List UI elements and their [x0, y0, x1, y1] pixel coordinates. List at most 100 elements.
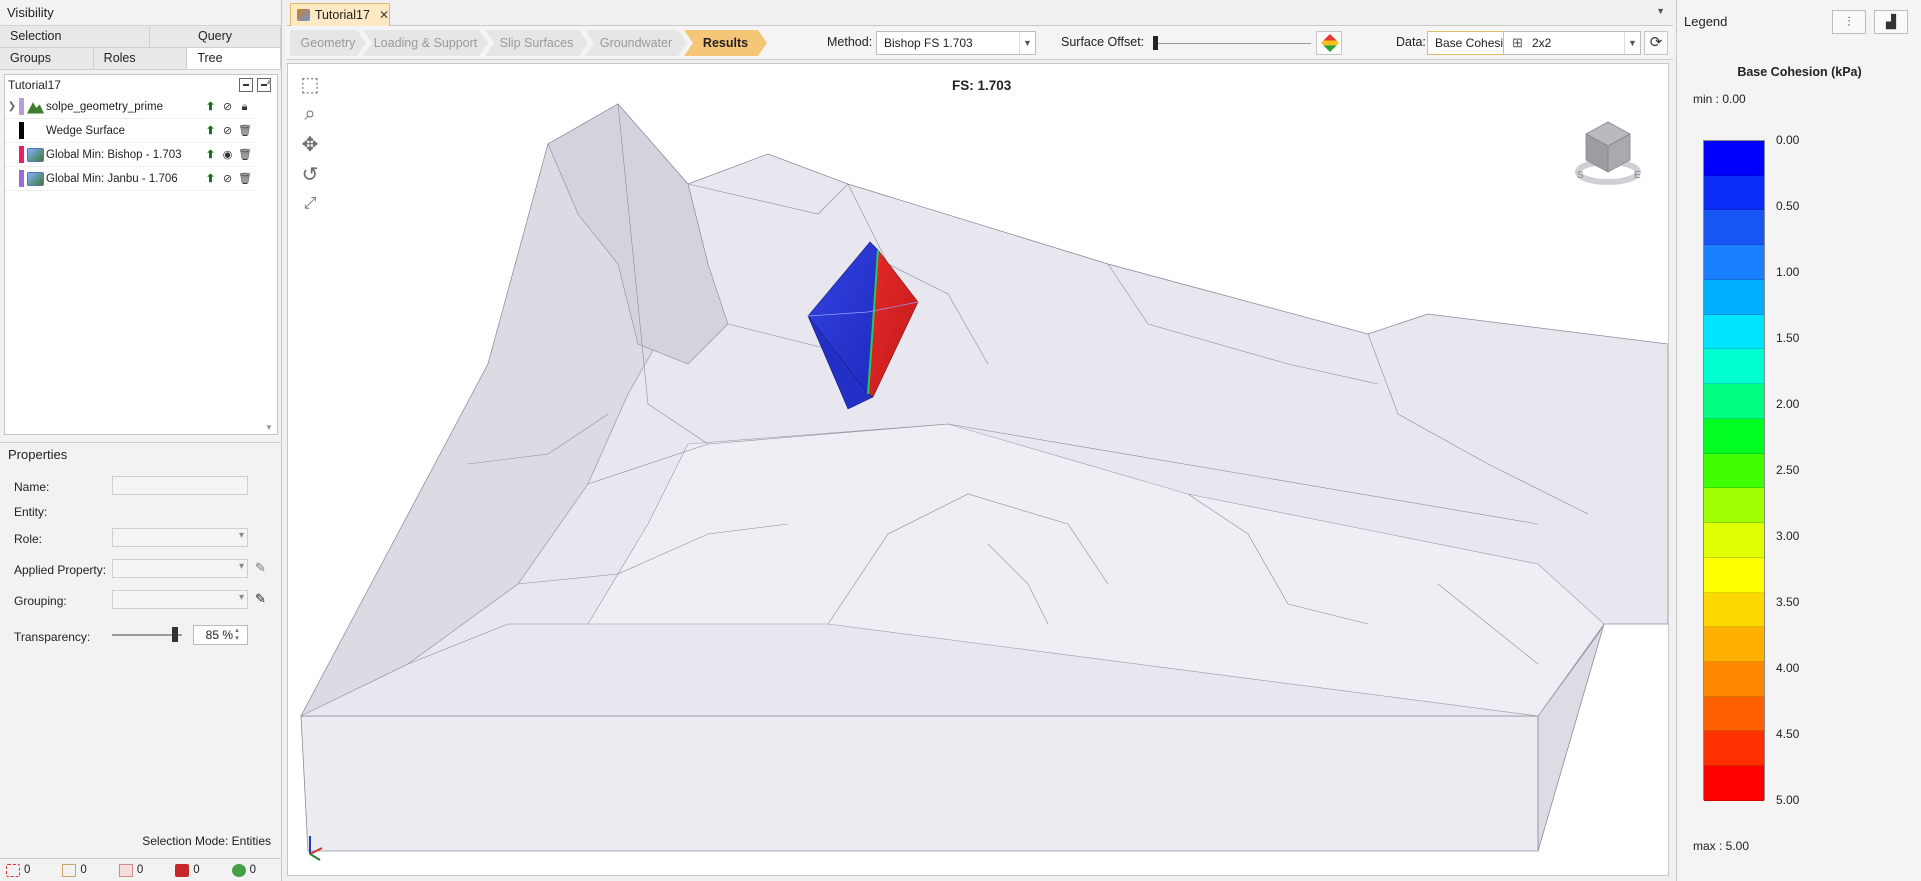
role-select[interactable]: [112, 528, 248, 547]
view-cube-icon[interactable]: S E: [1575, 121, 1641, 185]
color-swatch[interactable]: [19, 170, 24, 187]
pencil-icon[interactable]: ✎: [255, 560, 266, 576]
close-icon[interactable]: ✕: [379, 8, 389, 22]
zoom-window-icon[interactable]: ⬚: [296, 70, 324, 98]
tree-item-wedge-surface[interactable]: Wedge Surface ⬆ ⊘ 🗑︎: [5, 119, 255, 143]
color-scale-tick: 5.00: [1776, 793, 1800, 807]
tab-selection[interactable]: Selection: [0, 26, 150, 47]
model-icon: [297, 9, 310, 21]
document-tab[interactable]: Tutorial17 ✕: [290, 3, 390, 26]
trash-icon[interactable]: 🗑︎: [238, 148, 252, 162]
legend-settings-button[interactable]: ⫶: [1832, 10, 1866, 34]
tree-item-geometry[interactable]: ❯ solpe_geometry_prime ⬆ ⊘ 🔒︎: [5, 95, 255, 119]
factor-of-safety-label: FS: 1.703: [952, 78, 1012, 93]
status-faces: 0: [118, 863, 169, 877]
method-select-value: Bishop FS 1.703: [884, 36, 973, 50]
refresh-button[interactable]: ⟳: [1644, 31, 1668, 55]
workflow-step-groundwater[interactable]: Groundwater: [585, 30, 687, 56]
color-scale-segment: [1704, 488, 1764, 524]
eye-hidden-icon[interactable]: ⊘: [221, 124, 234, 138]
tree-item-global-min-janbu[interactable]: Global Min: Janbu - 1.706 ⬆ ⊘ 🗑︎: [5, 167, 255, 191]
layout-select-value: 2x2: [1532, 36, 1552, 50]
color-scale-segment: [1704, 141, 1764, 176]
pin-icon[interactable]: ⬆: [204, 148, 217, 162]
pin-icon[interactable]: ⬆: [204, 172, 217, 186]
pin-icon[interactable]: ⬆: [204, 124, 217, 138]
mountain-icon: [27, 102, 44, 114]
tree-root-label: Tutorial17: [8, 78, 61, 92]
name-field[interactable]: [112, 476, 248, 495]
expand-all-icon[interactable]: [239, 78, 253, 92]
applied-property-select[interactable]: [112, 559, 248, 578]
eye-icon[interactable]: ◉: [221, 148, 234, 162]
layout-select[interactable]: ⊞ 2x2 ▼: [1503, 31, 1641, 55]
surface-offset-label: Surface Offset:: [1061, 35, 1145, 49]
trash-icon[interactable]: 🗑︎: [238, 172, 252, 186]
rotate-icon[interactable]: ↺: [296, 160, 324, 188]
color-scale-tick: 3.50: [1776, 595, 1800, 609]
3d-viewport[interactable]: S E FS: 1.703 ⬚ ⌕ ✥ ↺ ⤢: [287, 63, 1669, 876]
transparency-slider-thumb[interactable]: [172, 627, 178, 642]
tree-root[interactable]: Tutorial17: [5, 75, 277, 95]
data-select[interactable]: Base Cohesic: [1427, 31, 1507, 55]
status-edges: 0: [62, 863, 112, 877]
legend-min: min : 0.00: [1693, 92, 1746, 106]
tab-query[interactable]: Query: [150, 26, 281, 47]
pencil-icon[interactable]: ✎: [255, 591, 266, 607]
legend-quantity-title: Base Cohesion (kPa): [1737, 65, 1862, 79]
color-scale-segment: [1704, 245, 1764, 280]
grouping-select[interactable]: [112, 590, 248, 609]
color-scale-segment: [1704, 279, 1764, 315]
applied-property-label: Applied Property:: [14, 563, 107, 577]
color-scale-segment: [1704, 418, 1764, 454]
pin-icon[interactable]: ⬆: [204, 100, 217, 114]
surface-icon: [27, 147, 44, 162]
method-label: Method:: [827, 35, 873, 49]
zoom-icon[interactable]: ⌕: [296, 100, 324, 128]
eye-hidden-icon[interactable]: ⊘: [221, 172, 234, 186]
color-scale-segment: [1704, 210, 1764, 246]
color-swatch[interactable]: [19, 122, 24, 139]
color-scale-tick: 4.50: [1776, 727, 1800, 741]
grouping-label: Grouping:: [14, 594, 67, 608]
workflow-step-loading-support[interactable]: Loading & Support: [363, 30, 488, 56]
tree-scrollbar[interactable]: ▲ ▼: [263, 77, 275, 432]
lock-icon[interactable]: 🔒︎: [238, 100, 251, 114]
solid-icon: [175, 863, 190, 877]
workflow-step-slip-surfaces[interactable]: Slip Surfaces: [485, 30, 588, 56]
expand-chevron-icon[interactable]: ❯: [5, 101, 19, 112]
eye-hidden-icon[interactable]: ⊘: [221, 100, 234, 114]
workflow-step-results[interactable]: Results: [684, 30, 767, 56]
trash-icon[interactable]: 🗑︎: [238, 124, 252, 138]
legend-chart-button[interactable]: ▟: [1874, 10, 1908, 34]
chevron-down-icon[interactable]: ▼: [1019, 32, 1035, 54]
data-select-value: Base Cohesic: [1435, 36, 1507, 50]
transparency-spinbox[interactable]: 85 %: [193, 625, 248, 645]
tab-list-dropdown-icon[interactable]: ▼: [1656, 6, 1665, 16]
scroll-down-icon[interactable]: ▼: [265, 423, 273, 432]
tree-item-global-min-bishop[interactable]: Global Min: Bishop - 1.703 ⬆ ◉ 🗑︎: [5, 143, 255, 167]
tab-tree[interactable]: Tree: [187, 48, 282, 69]
pan-icon[interactable]: ✥: [296, 130, 324, 158]
status-bar: 0 0 0 0 0: [0, 858, 282, 881]
refresh-icon: ⟳: [1649, 34, 1663, 51]
surface-display-button[interactable]: [1316, 31, 1342, 55]
tab-roles[interactable]: Roles: [93, 48, 188, 69]
surface-offset-slider-thumb[interactable]: [1153, 36, 1158, 50]
chevron-down-icon[interactable]: ▼: [1624, 32, 1640, 54]
color-swatch[interactable]: [19, 146, 24, 163]
legend-max: max : 5.00: [1693, 839, 1750, 853]
slope-model-render[interactable]: S E: [288, 64, 1669, 876]
svg-text:E: E: [1634, 170, 1641, 181]
tab-groups[interactable]: Groups: [0, 48, 94, 69]
zoom-extents-icon[interactable]: ⤢: [296, 190, 324, 218]
grid-layout-icon: ⊞: [1512, 35, 1523, 50]
status-solids: 0: [175, 863, 225, 877]
workflow-step-geometry[interactable]: Geometry: [290, 30, 366, 56]
method-select[interactable]: Bishop FS 1.703 ▼: [876, 31, 1036, 55]
surface-offset-slider-track[interactable]: [1153, 43, 1311, 44]
tree-item-label: Global Min: Bishop - 1.703: [46, 148, 182, 161]
color-swatch[interactable]: [19, 98, 24, 115]
scroll-up-icon[interactable]: ▲: [265, 77, 273, 86]
color-scale-segment: [1704, 523, 1764, 558]
